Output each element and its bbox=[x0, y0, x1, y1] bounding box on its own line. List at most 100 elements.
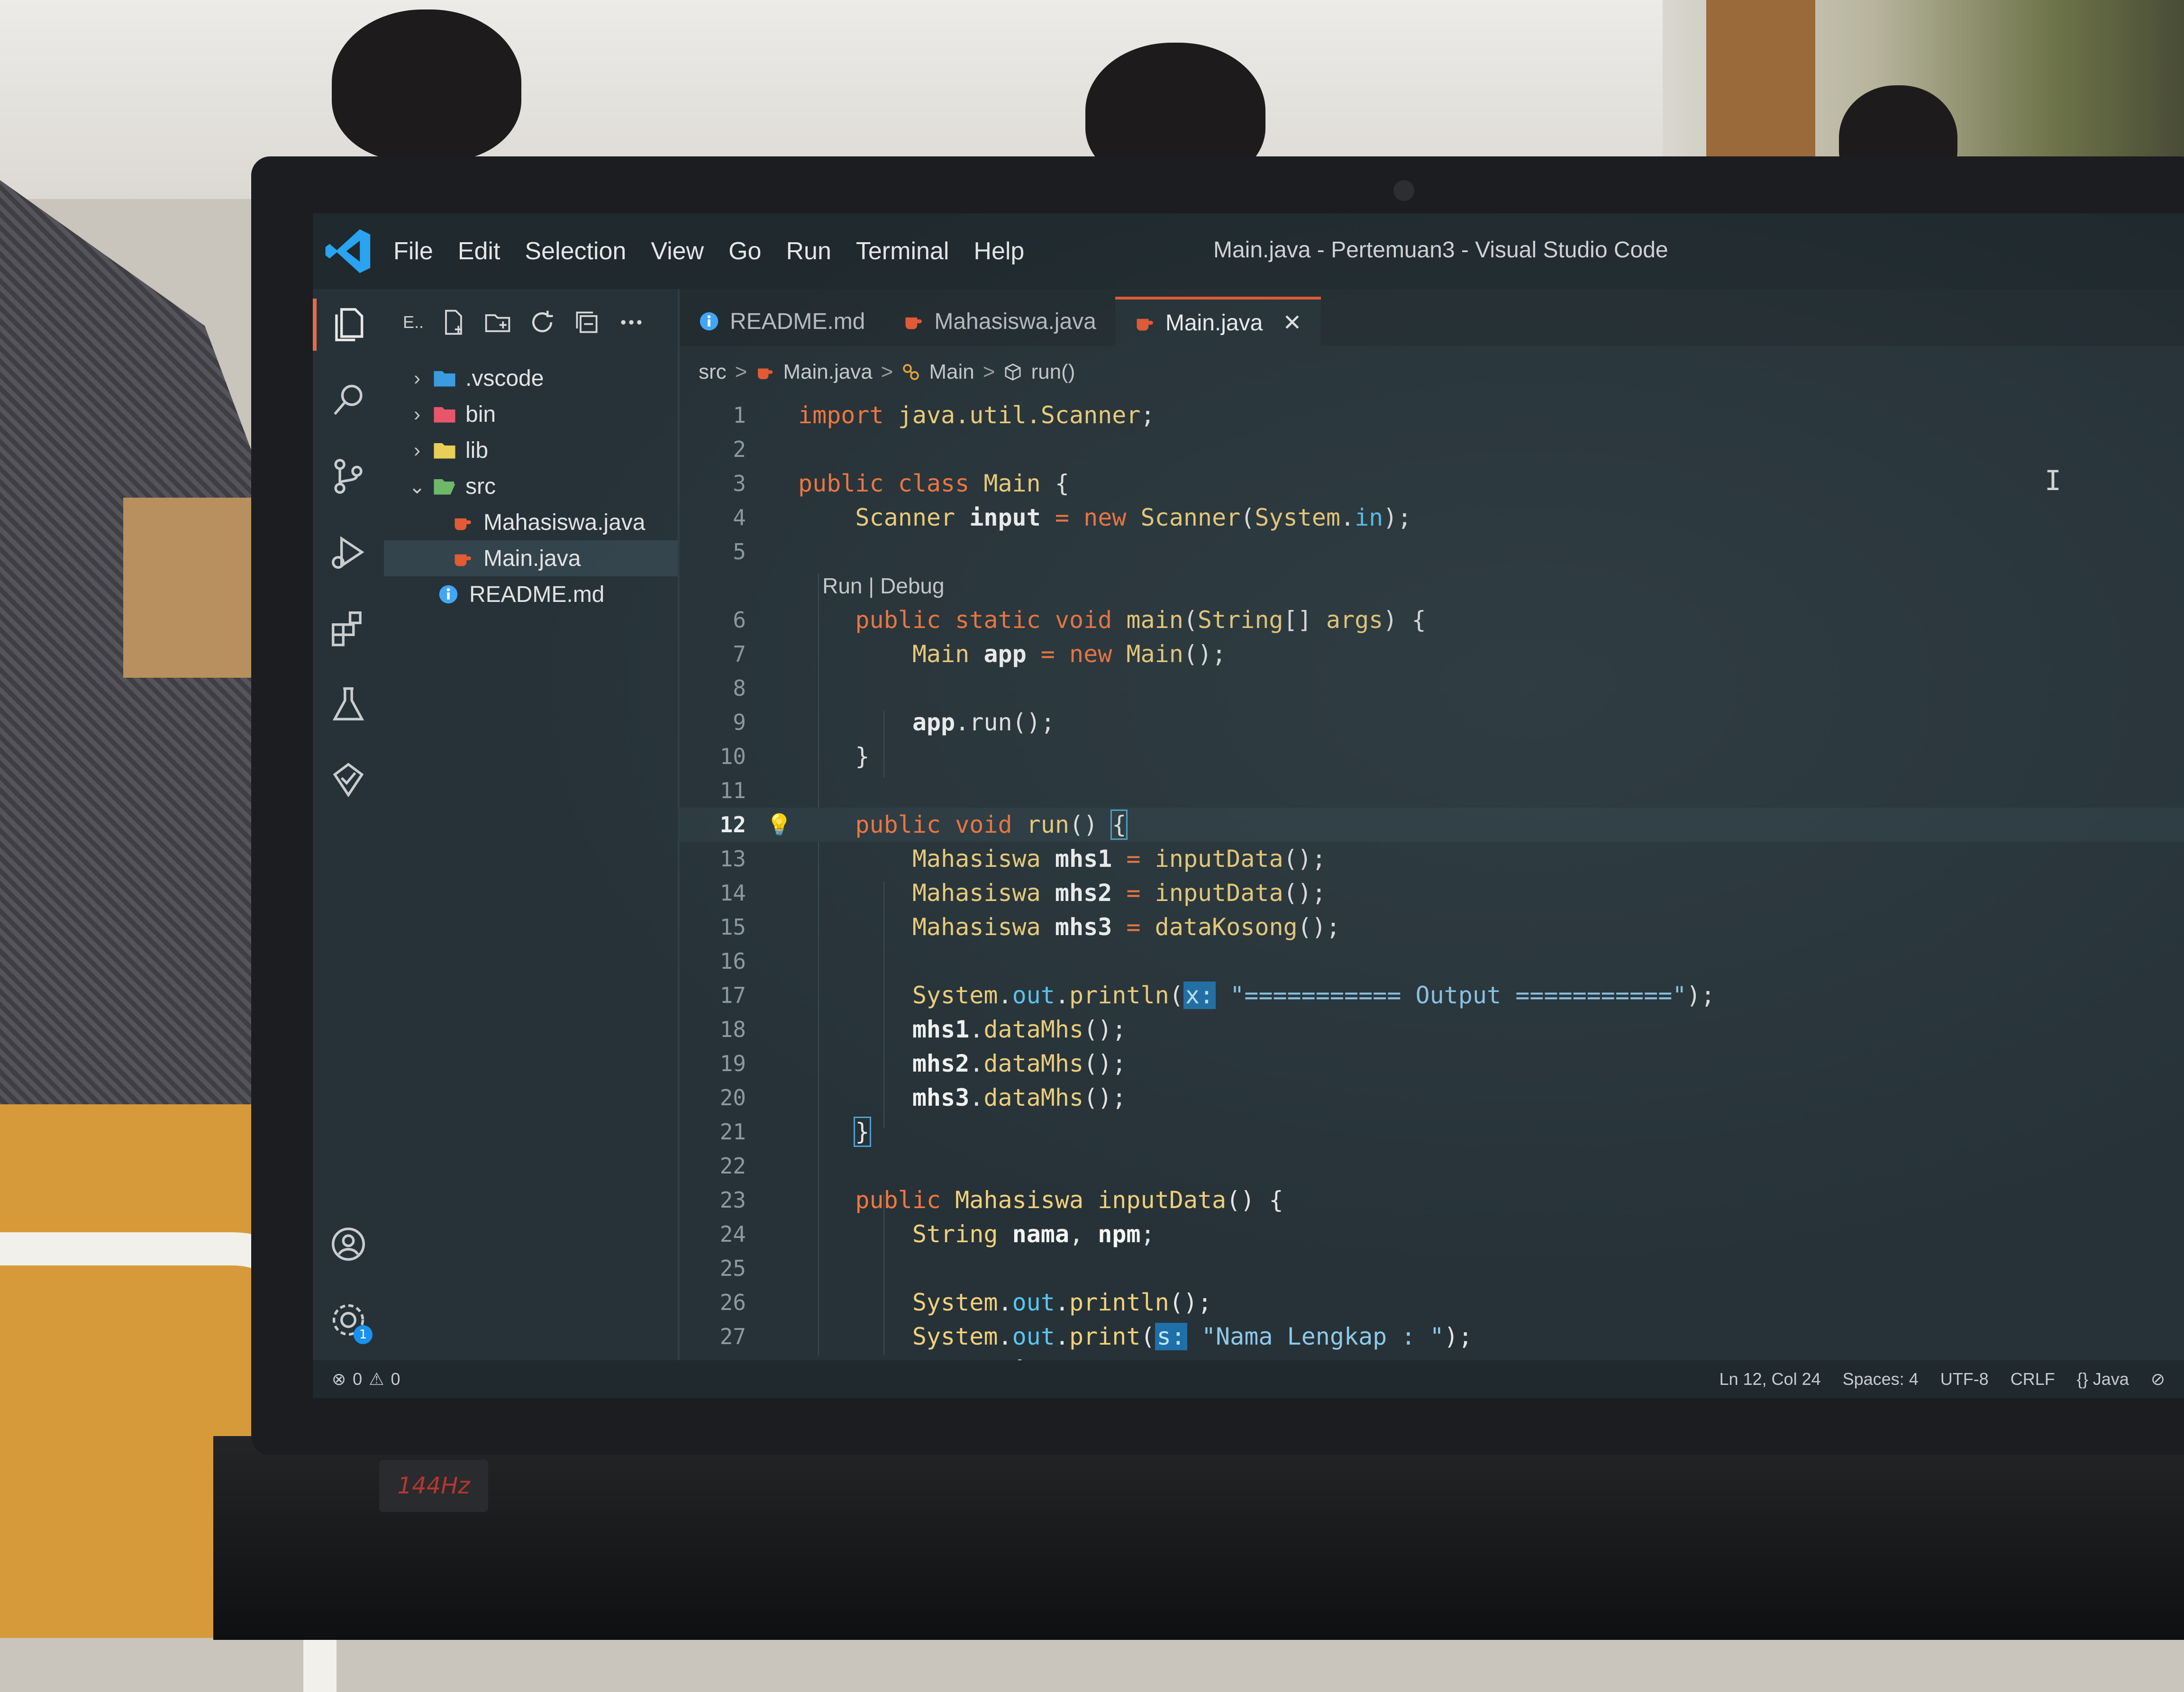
run-debug-codelens[interactable]: Run | Debug bbox=[798, 573, 944, 599]
code-line-20: 20 mhs3.dataMhs(); bbox=[680, 1081, 2184, 1115]
menu-help[interactable]: Help bbox=[974, 237, 1024, 265]
chevron-down-icon: ⌄ bbox=[409, 475, 426, 498]
new-file-icon[interactable] bbox=[438, 307, 468, 337]
code-line-6: 6 public static void main(String[] args)… bbox=[680, 603, 2184, 637]
code-line-7: 7 Main app = new Main(); bbox=[680, 637, 2184, 671]
info-icon bbox=[436, 583, 461, 605]
breadcrumb-separator: > bbox=[983, 360, 995, 383]
accounts-icon[interactable] bbox=[327, 1223, 370, 1265]
breadcrumb-folder[interactable]: src bbox=[699, 360, 727, 384]
tab-main-java[interactable]: Main.java ✕ bbox=[1115, 297, 1321, 346]
line-number: 8 bbox=[733, 675, 746, 701]
close-icon[interactable]: ✕ bbox=[1283, 309, 1301, 336]
line-content: public static void main(String[] args) { bbox=[855, 606, 1426, 634]
code-line-3: 3 public class Main { bbox=[680, 466, 2184, 500]
vscode-window: File Edit Selection View Go Run Terminal… bbox=[313, 213, 2184, 1398]
cursor-position[interactable]: Ln 12, Col 24 bbox=[1719, 1369, 1820, 1389]
breadcrumb-separator: > bbox=[735, 360, 747, 383]
line-number: 21 bbox=[719, 1119, 746, 1145]
tab-readme[interactable]: README.md bbox=[680, 297, 884, 346]
collapse-all-icon[interactable] bbox=[572, 307, 602, 337]
menu-view[interactable]: View bbox=[651, 237, 704, 265]
tree-item-vscode[interactable]: › .vscode bbox=[384, 360, 678, 396]
tree-item-bin[interactable]: › bin bbox=[384, 396, 678, 432]
line-content: Scanner input = new Scanner(System.in); bbox=[855, 504, 1412, 531]
menu-edit[interactable]: Edit bbox=[458, 237, 500, 265]
problems-indicator[interactable]: ⊗ 0 ⚠ 0 bbox=[332, 1369, 400, 1389]
tree-item-label: Main.java bbox=[483, 546, 581, 571]
folder-icon bbox=[432, 439, 457, 461]
refresh-icon[interactable] bbox=[527, 307, 557, 337]
breadcrumb-class[interactable]: Main bbox=[929, 360, 974, 384]
line-number: 6 bbox=[733, 607, 746, 633]
menu-terminal[interactable]: Terminal bbox=[856, 237, 949, 265]
tree-item-readme[interactable]: README.md bbox=[384, 576, 678, 612]
settings-update-badge: 1 bbox=[354, 1325, 373, 1344]
chevron-right-icon: › bbox=[414, 439, 420, 461]
code-line-14: 14 Mahasiswa mhs2 = inputData(); bbox=[680, 876, 2184, 910]
source-control-icon[interactable] bbox=[327, 455, 370, 498]
line-number: 11 bbox=[719, 778, 746, 803]
line-number: 12 bbox=[719, 812, 746, 837]
testing-icon[interactable] bbox=[327, 682, 370, 725]
status-bar: ⊗ 0 ⚠ 0 Ln 12, Col 24 Spaces: 4 UTF-8 CR… bbox=[313, 1360, 2184, 1398]
tree-item-main-java[interactable]: Main.java bbox=[384, 540, 678, 576]
explorer-icon[interactable] bbox=[313, 299, 370, 351]
tree-item-lib[interactable]: › lib bbox=[384, 432, 678, 468]
warning-icon: ⚠ bbox=[369, 1369, 384, 1389]
tree-item-label: README.md bbox=[469, 582, 605, 607]
menu-file[interactable]: File bbox=[393, 237, 433, 265]
line-number: 9 bbox=[733, 710, 746, 735]
indentation[interactable]: Spaces: 4 bbox=[1843, 1369, 1919, 1389]
line-content: System.out.println(x: "=========== Outpu… bbox=[912, 982, 1715, 1009]
line-number: 27 bbox=[719, 1324, 746, 1349]
tree-item-label: bin bbox=[465, 401, 496, 427]
menu-run[interactable]: Run bbox=[786, 237, 831, 265]
feedback-icon[interactable]: ⊘ bbox=[2151, 1369, 2165, 1389]
search-icon[interactable] bbox=[327, 379, 370, 422]
window-title: Main.java - Pertemuan3 - Visual Studio C… bbox=[1213, 237, 1668, 263]
line-content: public void run() { bbox=[855, 810, 1128, 840]
lightbulb-icon[interactable]: 💡 bbox=[760, 812, 798, 837]
encoding[interactable]: UTF-8 bbox=[1940, 1369, 1989, 1389]
menu-go[interactable]: Go bbox=[728, 237, 761, 265]
tree-item-label: Mahasiswa.java bbox=[483, 509, 646, 535]
folder-icon bbox=[432, 403, 457, 425]
remote-explorer-icon[interactable] bbox=[327, 758, 370, 801]
breadcrumb-file[interactable]: Main.java bbox=[783, 360, 872, 384]
tab-mahasiswa-java[interactable]: Mahasiswa.java bbox=[884, 297, 1115, 346]
breadcrumb-method[interactable]: run() bbox=[1031, 360, 1075, 384]
run-debug-icon[interactable] bbox=[327, 531, 370, 573]
line-content: System.out.print(s: "Nama Lengkap : "); bbox=[912, 1323, 1473, 1350]
language-mode[interactable]: {} Java bbox=[2077, 1369, 2129, 1389]
java-file-icon bbox=[450, 547, 475, 569]
file-tree: › .vscode › bin › lib ⌄ src Mahasiswa.ja… bbox=[384, 360, 678, 612]
line-number: 23 bbox=[719, 1187, 746, 1213]
line-content: import java.util.Scanner; bbox=[798, 401, 1155, 429]
extensions-icon[interactable] bbox=[327, 607, 370, 649]
java-icon bbox=[758, 368, 773, 379]
tree-item-src[interactable]: ⌄ src bbox=[384, 468, 678, 504]
more-actions-icon[interactable] bbox=[616, 307, 646, 337]
line-number: 19 bbox=[719, 1051, 746, 1076]
chevron-right-icon: › bbox=[414, 403, 420, 425]
code-line-22: 22 bbox=[680, 1149, 2184, 1183]
webcam bbox=[1393, 180, 1414, 201]
line-number: 7 bbox=[733, 641, 746, 667]
warning-count: 0 bbox=[391, 1369, 400, 1389]
end-of-line[interactable]: CRLF bbox=[2011, 1369, 2055, 1389]
menu-selection[interactable]: Selection bbox=[525, 237, 626, 265]
tree-item-mahasiswa-java[interactable]: Mahasiswa.java bbox=[384, 504, 678, 540]
code-line-11: 11 bbox=[680, 773, 2184, 808]
code-line-10: 10 } bbox=[680, 739, 2184, 773]
code-line-5: 5 bbox=[680, 535, 2184, 569]
code-editor[interactable]: 1 import java.util.Scanner; 2 3 public cla… bbox=[680, 398, 2184, 1388]
line-content: mhs1.dataMhs(); bbox=[912, 1016, 1127, 1043]
java-icon bbox=[1137, 318, 1153, 331]
settings-gear-icon[interactable]: 1 bbox=[327, 1299, 373, 1344]
line-number: 24 bbox=[719, 1221, 746, 1247]
breadcrumb: src > Main.java > Main > run() bbox=[699, 355, 1075, 389]
code-line-23: 23 public Mahasiswa inputData() { bbox=[680, 1183, 2184, 1217]
code-line-12: 12 💡 public void run() { bbox=[680, 808, 2184, 842]
new-folder-icon[interactable] bbox=[482, 307, 513, 337]
